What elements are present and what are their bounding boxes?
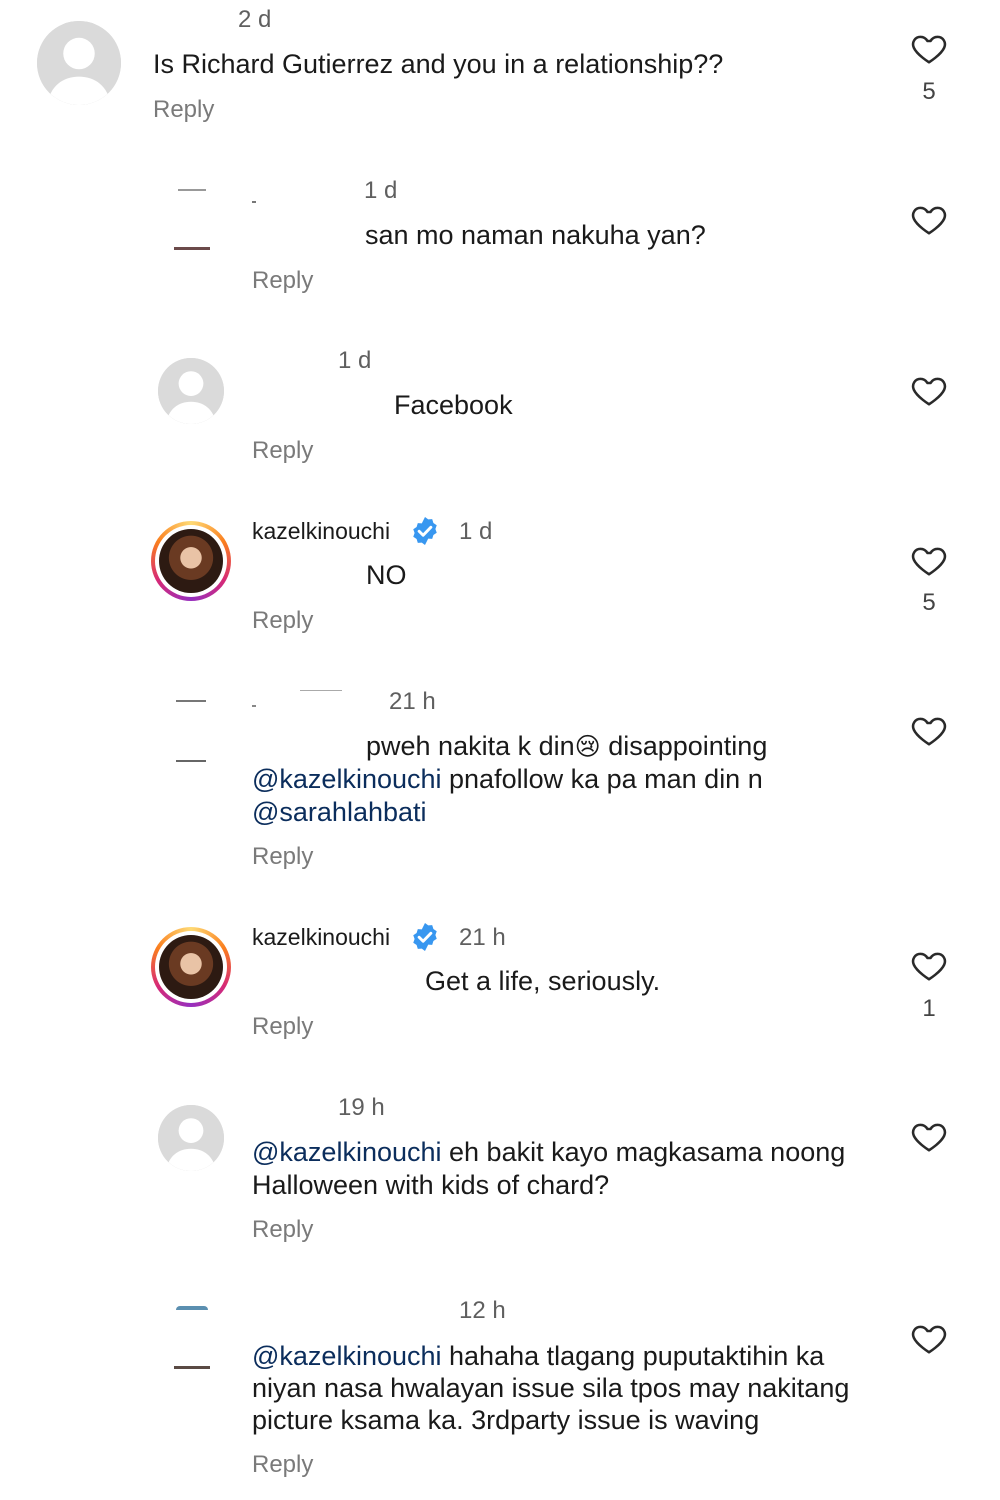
heart-icon[interactable] <box>909 1117 949 1155</box>
comment-time: 19 h <box>338 1094 385 1121</box>
redacted-avatar <box>172 1302 214 1374</box>
redacted-avatar <box>172 183 214 255</box>
comment-text: pweh nakita k din😢 disappointing <box>366 730 767 764</box>
comment-time: 21 h <box>389 688 436 715</box>
reply-button[interactable]: Reply <box>252 843 313 871</box>
comment-text-line: @kazelkinouchi hahaha tlagang puputaktih… <box>252 1340 824 1373</box>
comment-text: san mo naman nakuha yan? <box>365 220 706 250</box>
comment-text-line: @kazelkinouchi eh bakit kayo magkasama n… <box>252 1136 845 1169</box>
like-count: 1 <box>922 995 936 1022</box>
profile-photo <box>159 935 223 999</box>
redacted-avatar <box>172 694 214 766</box>
comment-text-part: eh bakit kayo magkasama noong <box>441 1137 846 1167</box>
mention-link[interactable]: @sarahlahbati <box>252 797 427 827</box>
comment-text: Get a life, seriously. <box>425 966 661 996</box>
story-avatar[interactable] <box>151 927 231 1007</box>
heart-icon[interactable] <box>909 541 949 579</box>
avatar[interactable] <box>158 1105 224 1171</box>
profile-photo <box>159 529 223 593</box>
default-avatar-icon <box>158 1105 224 1171</box>
comment-text-part: pweh nakita k din <box>366 731 575 761</box>
reply-button[interactable]: Reply <box>153 96 214 124</box>
username[interactable]: kazelkinouchi <box>252 924 390 951</box>
verified-badge-icon <box>409 921 441 953</box>
mention-link[interactable]: @kazelkinouchi <box>252 1341 442 1371</box>
username[interactable]: kazelkinouchi <box>252 518 390 545</box>
comment-text-line: picture ksama ka. 3rdparty issue is wavi… <box>252 1405 760 1435</box>
redacted-username <box>252 201 256 203</box>
comment-text: Facebook <box>394 390 513 420</box>
comment-text-part: pnafollow ka pa man din n <box>441 764 763 794</box>
default-avatar-icon <box>37 21 121 105</box>
comment-time: 12 h <box>459 1297 506 1324</box>
reply-button[interactable]: Reply <box>252 1451 313 1479</box>
reply-button[interactable]: Reply <box>252 267 313 295</box>
heart-icon[interactable] <box>909 200 949 238</box>
heart-icon[interactable] <box>909 29 949 67</box>
heart-icon[interactable] <box>909 946 949 984</box>
avatar[interactable] <box>158 358 224 424</box>
mention-link[interactable]: @kazelkinouchi <box>252 764 442 794</box>
redacted-username <box>252 705 256 707</box>
reply-button[interactable]: Reply <box>252 607 313 635</box>
default-avatar-icon <box>158 358 224 424</box>
comment-time: 1 d <box>364 177 398 204</box>
comment-text-line: @kazelkinouchi pnafollow ka pa man din n <box>252 763 763 796</box>
reply-button[interactable]: Reply <box>252 1216 313 1244</box>
comment-time: 1 d <box>459 518 493 545</box>
verified-badge-icon <box>409 515 441 547</box>
comment-text-line: Halloween with kids of chard? <box>252 1170 610 1200</box>
avatar[interactable] <box>37 21 121 105</box>
crying-emoji-icon: 😢 <box>574 733 601 761</box>
like-count: 5 <box>922 589 936 616</box>
comment-text-line: niyan nasa hwalayan issue sila tpos may … <box>252 1373 850 1403</box>
comment-text-part: hahaha tlagang puputaktihin ka <box>441 1341 825 1371</box>
heart-icon[interactable] <box>909 371 949 409</box>
redacted-username-line <box>300 690 342 691</box>
reply-button[interactable]: Reply <box>252 437 313 465</box>
comment-text: Is Richard Gutierrez and you in a relati… <box>153 49 724 79</box>
story-avatar[interactable] <box>151 521 231 601</box>
comment-time: 2 d <box>238 6 272 33</box>
heart-icon[interactable] <box>909 1319 949 1357</box>
comment-text: NO <box>366 560 407 590</box>
reply-button[interactable]: Reply <box>252 1013 313 1041</box>
like-count: 5 <box>922 78 936 105</box>
comment-text-line: @sarahlahbati <box>252 796 427 829</box>
comment-time: 1 d <box>338 347 372 374</box>
comment-time: 21 h <box>459 924 506 951</box>
mention-link[interactable]: @kazelkinouchi <box>252 1137 442 1167</box>
heart-icon[interactable] <box>909 711 949 749</box>
comment-text-part: disappointing <box>600 731 768 761</box>
